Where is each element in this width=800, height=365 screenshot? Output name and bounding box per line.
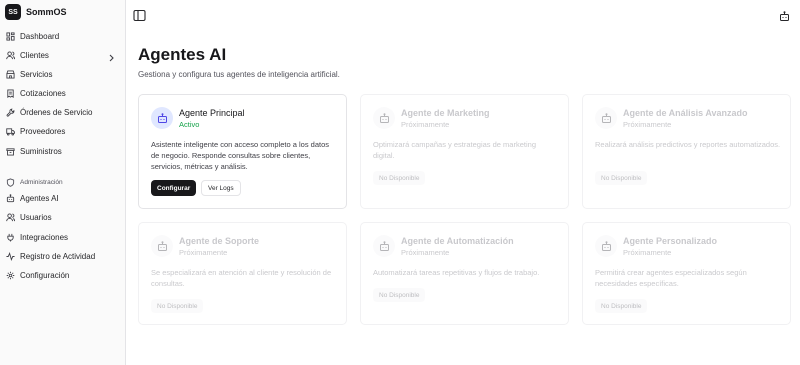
sidebar-item-registro[interactable]: Registro de Actividad (4, 248, 120, 265)
robot-icon (595, 107, 617, 129)
sidebar-item-label: Usuarios (20, 213, 52, 222)
agent-description: Permitirá crear agentes especializados s… (595, 268, 747, 288)
sidebar-item-label: Integraciones (20, 233, 69, 242)
sidebar-item-servicios[interactable]: Servicios (4, 66, 120, 83)
sidebar-item-label: Proveedores (20, 127, 66, 136)
agent-card-analisis: Agente de Análisis Avanzado Próximamente… (582, 94, 791, 209)
wrench-icon (6, 108, 15, 117)
sidebar-item-dashboard[interactable]: Dashboard (4, 28, 120, 45)
sidebar-item-clientes[interactable]: Clientes (4, 47, 120, 64)
brand[interactable]: SS SommOS (5, 3, 67, 21)
main-content: Agentes AI Gestiona y configura tus agen… (126, 0, 800, 365)
receipt-icon (6, 89, 15, 98)
sidebar-item-label: Configuración (20, 271, 70, 280)
agent-title: Agente de Automatización (401, 236, 514, 246)
agent-title: Agente de Marketing (401, 108, 490, 118)
robot-icon (373, 235, 395, 257)
unavailable-badge: No Disponible (595, 171, 648, 185)
page-subtitle: Gestiona y configura tus agentes de inte… (138, 70, 340, 79)
agent-status: Próximamente (623, 120, 672, 129)
sidebar-toggle-icon[interactable] (133, 9, 146, 22)
sidebar-item-label: Clientes (20, 51, 49, 60)
section-label-administracion: Administración (6, 177, 63, 187)
sidebar-item-label: Agentes AI (20, 194, 59, 203)
users-icon (6, 51, 15, 60)
chevron-right-icon[interactable] (106, 50, 116, 62)
plug-icon (6, 233, 15, 242)
package-icon (6, 147, 15, 156)
sidebar-item-ordenes[interactable]: Órdenes de Servicio (4, 104, 120, 121)
agent-status: Próximamente (401, 248, 450, 257)
activity-icon (6, 252, 15, 261)
sidebar-item-label: Dashboard (20, 32, 60, 41)
truck-icon (6, 127, 15, 136)
brand-logo: SS (5, 4, 21, 20)
agent-card-marketing: Agente de Marketing Próximamente Optimiz… (360, 94, 569, 209)
sidebar-item-integraciones[interactable]: Integraciones (4, 229, 120, 246)
agent-description: Optimizará campañas y estrategias de mar… (373, 140, 536, 160)
sidebar-item-label: Registro de Actividad (20, 252, 96, 261)
store-icon (6, 70, 15, 79)
robot-icon (595, 235, 617, 257)
sidebar-item-cotizaciones[interactable]: Cotizaciones (4, 85, 120, 102)
view-logs-button[interactable]: Ver Logs (201, 180, 241, 196)
robot-icon (151, 235, 173, 257)
agent-description: Asistente inteligente con acceso complet… (151, 140, 330, 171)
sidebar-item-label: Órdenes de Servicio (20, 108, 93, 117)
agent-status: Próximamente (179, 248, 228, 257)
agent-title: Agente de Análisis Avanzado (623, 108, 748, 118)
dashboard-icon (6, 32, 15, 41)
agent-card-principal: Agente Principal Activo Asistente inteli… (138, 94, 347, 209)
page-title: Agentes AI (138, 45, 227, 64)
unavailable-badge: No Disponible (151, 299, 204, 313)
sidebar: SS SommOS Dashboard Clientes Servicios C… (0, 0, 126, 365)
agent-title: Agente Personalizado (623, 236, 718, 246)
sidebar-item-usuarios[interactable]: Usuarios (4, 209, 120, 226)
agent-card-personalizado: Agente Personalizado Próximamente Permit… (582, 222, 791, 325)
users-icon (6, 213, 15, 222)
gear-icon (6, 271, 15, 280)
sidebar-item-proveedores[interactable]: Proveedores (4, 123, 120, 140)
robot-icon[interactable] (779, 9, 790, 21)
configure-button[interactable]: Configurar (151, 180, 197, 196)
agent-status: Próximamente (623, 248, 672, 257)
sidebar-item-configuracion[interactable]: Configuración (4, 267, 120, 284)
agent-description: Realizará análisis predictivos y reporte… (595, 140, 781, 149)
agent-title: Agente Principal (179, 108, 245, 118)
shield-icon (6, 177, 15, 187)
brand-name: SommOS (26, 7, 67, 17)
sidebar-item-label: Servicios (20, 70, 53, 79)
unavailable-badge: No Disponible (373, 288, 426, 302)
agent-card-soporte: Agente de Soporte Próximamente Se especi… (138, 222, 347, 325)
unavailable-badge: No Disponible (595, 299, 648, 313)
agent-card-automatizacion: Agente de Automatización Próximamente Au… (360, 222, 569, 325)
sidebar-item-agentes-ai[interactable]: Agentes AI (4, 190, 120, 207)
agent-title: Agente de Soporte (179, 236, 260, 246)
agent-description: Se especializará en atención al cliente … (151, 268, 332, 288)
unavailable-badge: No Disponible (373, 171, 426, 185)
agent-description: Automatizará tareas repetitivas y flujos… (373, 268, 540, 277)
robot-icon (373, 107, 395, 129)
agent-status: Próximamente (401, 120, 450, 129)
sidebar-item-suministros[interactable]: Suministros (4, 143, 120, 160)
agent-status: Activo (179, 120, 200, 129)
sidebar-item-label: Suministros (20, 147, 62, 156)
sidebar-item-label: Cotizaciones (20, 89, 66, 98)
robot-icon (6, 194, 15, 203)
robot-icon (151, 107, 173, 129)
